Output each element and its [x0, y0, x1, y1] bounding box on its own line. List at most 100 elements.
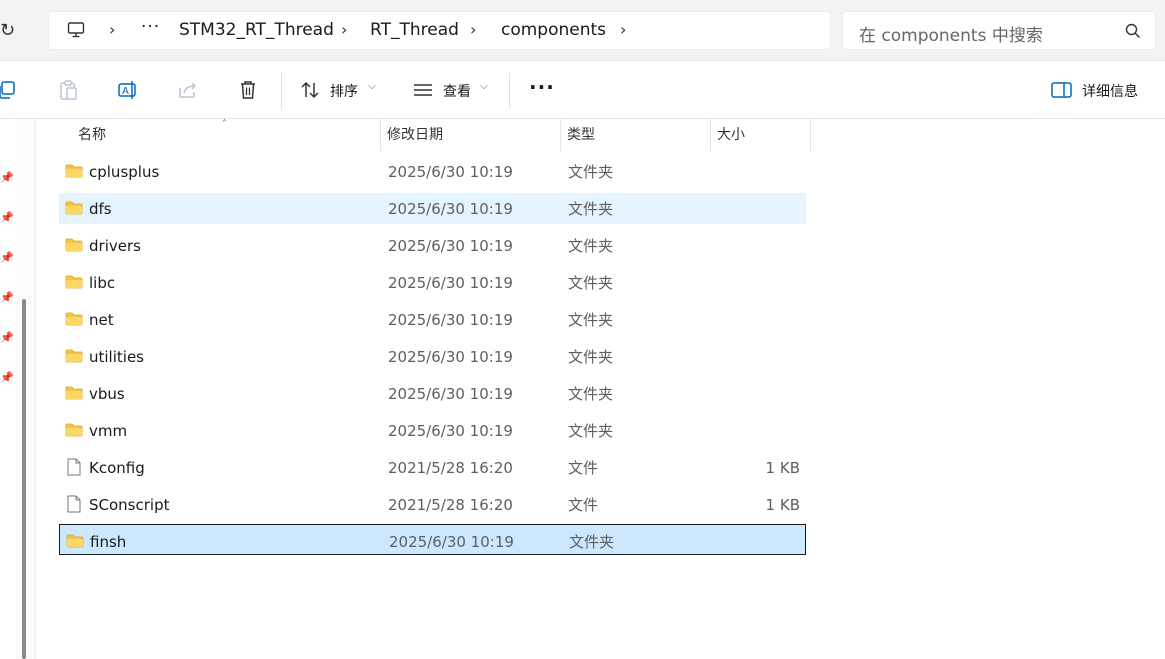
folder-icon	[65, 238, 83, 252]
divider	[281, 73, 282, 109]
file-row[interactable]: vbus 2025/6/30 10:19 文件夹	[59, 378, 806, 409]
pin-icon[interactable]: 📌	[0, 252, 14, 264]
file-row[interactable]: drivers 2025/6/30 10:19 文件夹	[59, 230, 806, 261]
file-modified-date: 2025/6/30 10:19	[389, 533, 514, 551]
view-button[interactable]: 查看	[443, 81, 471, 101]
pin-icon[interactable]: 📌	[0, 332, 14, 344]
file-type: 文件夹	[568, 422, 614, 440]
file-name: SConscript	[89, 496, 170, 514]
file-row[interactable]: Kconfig 2021/5/28 16:20 文件 1 KB	[59, 452, 806, 483]
column-header-type[interactable]: 类型	[560, 119, 710, 151]
chevron-right-icon[interactable]: ›	[470, 21, 476, 39]
divider	[509, 73, 510, 109]
search-box[interactable]: 在 components 中搜索	[842, 11, 1156, 50]
file-modified-date: 2025/6/30 10:19	[388, 274, 513, 292]
refresh-icon[interactable]: ↻	[0, 20, 20, 42]
file-modified-date: 2025/6/30 10:19	[388, 237, 513, 255]
column-header-size[interactable]: 大小	[710, 119, 811, 151]
chevron-right-icon[interactable]: ›	[109, 21, 115, 39]
file-icon	[67, 495, 81, 513]
file-modified-date: 2025/6/30 10:19	[388, 163, 513, 181]
pin-icon[interactable]: 📌	[0, 292, 14, 304]
sort-button[interactable]: 排序	[330, 81, 358, 101]
folder-icon	[65, 312, 83, 326]
search-input[interactable]: 在 components 中搜索	[859, 21, 1043, 46]
more-options-button[interactable]: ···	[529, 75, 555, 99]
rename-icon[interactable]: A	[117, 79, 139, 101]
this-pc-icon[interactable]	[67, 21, 85, 39]
svg-text:A: A	[122, 86, 129, 97]
breadcrumb-item[interactable]: STM32_RT_Thread	[179, 20, 334, 40]
file-type: 文件夹	[568, 311, 614, 329]
view-icon[interactable]	[412, 79, 434, 101]
command-bar: A 排序 ⌵ 查看 ⌵ ··· 详细信息	[0, 61, 1165, 119]
file-row[interactable]: utilities 2025/6/30 10:19 文件夹	[59, 341, 806, 372]
file-type: 文件夹	[568, 348, 614, 366]
pin-icon[interactable]: 📌	[0, 172, 14, 184]
file-modified-date: 2021/5/28 16:20	[388, 496, 513, 514]
column-header-name[interactable]: 名称	[72, 119, 380, 151]
folder-icon	[65, 349, 83, 363]
folder-icon	[65, 201, 83, 215]
folder-icon	[66, 534, 84, 548]
file-row[interactable]: finsh 2025/6/30 10:19 文件夹	[59, 524, 806, 555]
paste-icon[interactable]	[57, 79, 79, 101]
column-header-date[interactable]: 修改日期	[380, 119, 560, 151]
file-size: 1 KB	[765, 496, 800, 514]
folder-icon	[65, 275, 83, 289]
file-name: net	[89, 311, 114, 329]
file-modified-date: 2025/6/30 10:19	[388, 422, 513, 440]
file-name: vmm	[89, 422, 128, 440]
delete-icon[interactable]	[237, 79, 259, 101]
column-header: ˄ 名称 修改日期 类型 大小	[36, 119, 811, 151]
file-type: 文件夹	[568, 385, 614, 403]
breadcrumb-ellipsis[interactable]: ···	[141, 17, 160, 37]
file-name: dfs	[89, 200, 112, 218]
details-pane-icon[interactable]	[1051, 81, 1072, 99]
chevron-down-icon[interactable]: ⌵	[368, 81, 376, 92]
file-name: Kconfig	[89, 459, 145, 477]
copy-icon[interactable]	[0, 79, 18, 101]
file-type: 文件	[568, 496, 599, 514]
address-bar[interactable]: › ··· STM32_RT_Thread › RT_Thread › comp…	[48, 11, 831, 50]
file-name: drivers	[89, 237, 141, 255]
file-type: 文件夹	[568, 200, 614, 218]
chevron-right-icon[interactable]: ›	[620, 21, 626, 39]
details-button[interactable]: 详细信息	[1082, 81, 1138, 101]
file-modified-date: 2025/6/30 10:19	[388, 200, 513, 218]
scrollbar-thumb[interactable]	[22, 299, 26, 659]
file-modified-date: 2025/6/30 10:19	[388, 348, 513, 366]
pin-icon[interactable]: 📌	[0, 212, 14, 224]
file-modified-date: 2025/6/30 10:19	[388, 385, 513, 403]
navigation-pane: 📌 📌 📌 📌 📌 📌	[0, 119, 16, 659]
file-row[interactable]: net 2025/6/30 10:19 文件夹	[59, 304, 806, 335]
folder-icon	[65, 386, 83, 400]
file-row[interactable]: SConscript 2021/5/28 16:20 文件 1 KB	[59, 489, 806, 520]
breadcrumb-item[interactable]: RT_Thread	[370, 20, 459, 40]
folder-icon	[65, 164, 83, 178]
address-bar-row: ↻ › ··· STM32_RT_Thread › RT_Thread › co…	[0, 0, 1165, 61]
navigation-scrollbar[interactable]	[16, 119, 36, 659]
breadcrumb-item-current[interactable]: components	[501, 20, 606, 40]
file-name: cplusplus	[89, 163, 160, 181]
folder-icon	[65, 423, 83, 437]
file-type: 文件夹	[568, 163, 614, 181]
file-icon	[67, 458, 81, 476]
file-name: utilities	[89, 348, 144, 366]
pin-icon[interactable]: 📌	[0, 372, 14, 384]
file-row[interactable]: cplusplus 2025/6/30 10:19 文件夹	[59, 156, 806, 187]
share-icon[interactable]	[177, 79, 199, 101]
file-row[interactable]: vmm 2025/6/30 10:19 文件夹	[59, 415, 806, 446]
file-type: 文件夹	[568, 237, 614, 255]
sort-icon[interactable]	[299, 79, 321, 101]
file-name: finsh	[90, 533, 127, 551]
file-row[interactable]: libc 2025/6/30 10:19 文件夹	[59, 267, 806, 298]
file-size: 1 KB	[765, 459, 800, 477]
chevron-right-icon[interactable]: ›	[341, 21, 347, 39]
file-type: 文件夹	[568, 274, 614, 292]
file-type: 文件	[568, 459, 599, 477]
file-modified-date: 2021/5/28 16:20	[388, 459, 513, 477]
file-row[interactable]: dfs 2025/6/30 10:19 文件夹	[59, 193, 806, 224]
chevron-down-icon[interactable]: ⌵	[480, 81, 488, 92]
search-icon[interactable]	[1125, 23, 1141, 39]
